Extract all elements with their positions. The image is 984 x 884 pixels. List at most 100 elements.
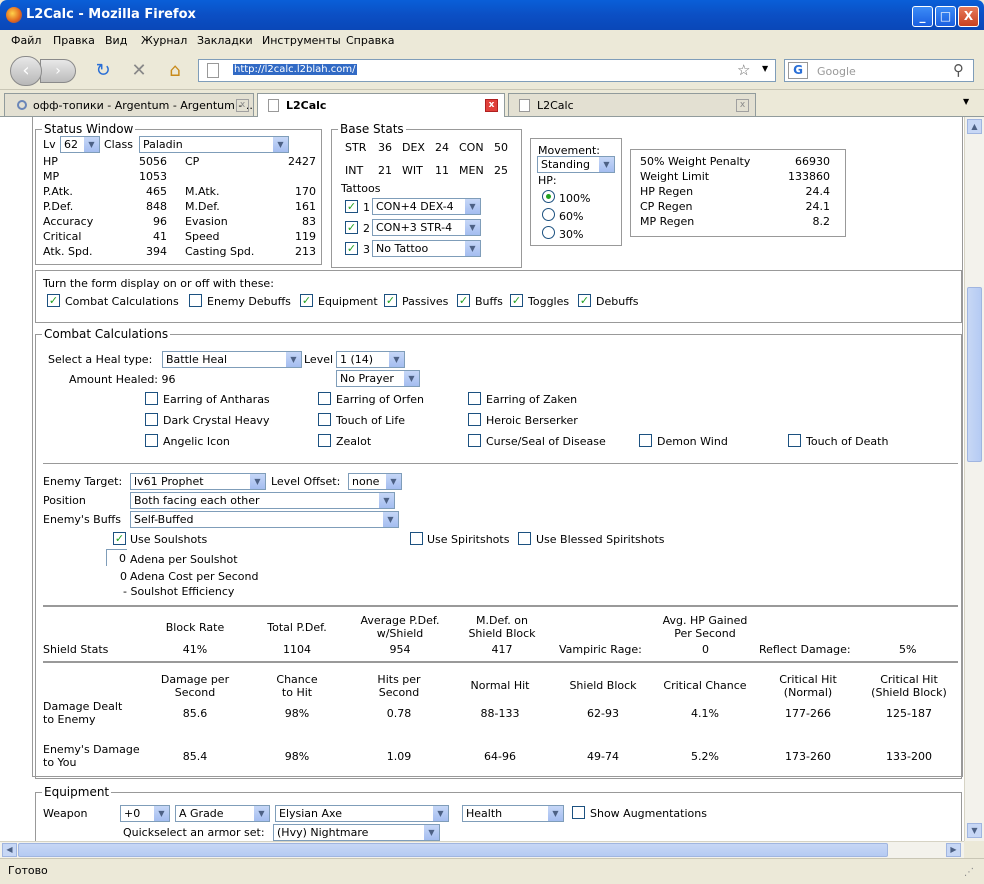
heal-type-label: Select a Heal type:	[48, 353, 153, 366]
toggle-checkbox[interactable]: ✓	[457, 294, 470, 307]
tab-l2calc-active[interactable]: L2Calc x	[257, 93, 505, 118]
stat-value: 465	[146, 185, 167, 198]
damage-value: 98%	[284, 707, 310, 720]
bookmark-star-icon[interactable]: ☆	[737, 61, 750, 79]
combat-item-checkbox[interactable]	[468, 392, 481, 405]
menu-edit[interactable]: Правка	[53, 34, 95, 47]
armor-set-select[interactable]: (Hvy) Nightmare	[273, 824, 440, 841]
forward-button[interactable]: ›	[40, 59, 76, 83]
enemy-buffs-select[interactable]: Self-Buffed	[130, 511, 399, 528]
tab-argentum[interactable]: офф-топики - Argentum - Argentum - ... x	[4, 93, 254, 116]
scroll-thumb[interactable]	[967, 287, 982, 462]
toggle-checkbox[interactable]	[189, 294, 202, 307]
toggle-checkbox[interactable]: ✓	[300, 294, 313, 307]
tattoo-select[interactable]: CON+4 DEX-4	[372, 198, 481, 215]
maximize-button[interactable]: □	[935, 6, 956, 27]
google-icon[interactable]: G	[788, 62, 808, 79]
hp-100-radio[interactable]	[542, 190, 555, 203]
scroll-right-icon[interactable]: ▶	[946, 843, 961, 857]
toggle-checkbox[interactable]: ✓	[384, 294, 397, 307]
shield-value: 1104	[283, 643, 311, 656]
adena-cost-label: Adena Cost per Second	[130, 570, 259, 583]
blessed-spiritshots-checkbox[interactable]	[518, 532, 531, 545]
tattoo-checkbox[interactable]: ✓	[345, 242, 358, 255]
soulshots-checkbox[interactable]: ✓	[113, 532, 126, 545]
url-dropdown-icon[interactable]: ▼	[762, 64, 768, 73]
combat-item-checkbox[interactable]	[639, 434, 652, 447]
close-button[interactable]: X	[958, 6, 979, 27]
combat-item-label: Curse/Seal of Disease	[486, 435, 606, 448]
toggle-checkbox[interactable]: ✓	[578, 294, 591, 307]
adena-cost-value: 0	[120, 570, 127, 583]
search-bar[interactable]: G Google ⚲	[784, 59, 974, 82]
prayer-select[interactable]: No Prayer	[336, 370, 420, 387]
grade-select[interactable]: A Grade	[175, 805, 270, 822]
tab-close-icon[interactable]: x	[236, 99, 249, 112]
position-select[interactable]: Both facing each other	[130, 492, 395, 509]
tab-close-icon[interactable]: x	[485, 99, 498, 112]
menu-tools[interactable]: Инструменты	[262, 34, 341, 47]
back-button[interactable]: ‹	[10, 56, 42, 86]
vertical-scrollbar[interactable]: ▲ ▼	[964, 117, 984, 841]
combat-item-checkbox[interactable]	[318, 413, 331, 426]
stat-value: 5056	[139, 155, 167, 168]
enemy-target-select[interactable]: lv61 Prophet	[130, 473, 266, 490]
tab-list-icon[interactable]: ▼	[963, 97, 969, 106]
augment-select[interactable]: Health	[462, 805, 564, 822]
url-text[interactable]: http://l2calc.l2blah.com/	[233, 64, 357, 75]
heal-level-select[interactable]: 1 (14)	[336, 351, 405, 368]
combat-item-checkbox[interactable]	[145, 413, 158, 426]
spiritshots-checkbox[interactable]	[410, 532, 423, 545]
menu-bookmarks[interactable]: Закладки	[197, 34, 253, 47]
class-select[interactable]: Paladin	[139, 136, 289, 153]
menu-history[interactable]: Журнал	[141, 34, 187, 47]
scroll-left-icon[interactable]: ◀	[2, 843, 17, 857]
tattoo-select[interactable]: No Tattoo	[372, 240, 481, 257]
home-icon[interactable]: ⌂	[164, 60, 186, 82]
level-select[interactable]: 62	[60, 136, 100, 153]
resize-grip-icon[interactable]: ⋰	[964, 867, 974, 878]
url-bar[interactable]: http://l2calc.l2blah.com/ ☆ ▼	[198, 59, 776, 82]
menu-help[interactable]: Справка	[346, 34, 394, 47]
search-icon[interactable]: ⚲	[953, 61, 964, 79]
combat-item-checkbox[interactable]	[318, 392, 331, 405]
tattoo-checkbox[interactable]: ✓	[345, 200, 358, 213]
spiritshots-label: Use Spiritshots	[427, 533, 510, 546]
show-augmentations-checkbox[interactable]	[572, 806, 585, 819]
stat-label: HP	[43, 155, 58, 168]
level-offset-select[interactable]: none	[348, 473, 402, 490]
status-text: Готово	[8, 864, 48, 877]
hscroll-thumb[interactable]	[18, 843, 888, 857]
enchant-select[interactable]: +0	[120, 805, 170, 822]
hp-60-radio[interactable]	[542, 208, 555, 221]
tattoo-select[interactable]: CON+3 STR-4	[372, 219, 481, 236]
shield-header: Avg. HP Gained Per Second	[662, 614, 748, 640]
combat-item-checkbox[interactable]	[318, 434, 331, 447]
minimize-button[interactable]: _	[912, 6, 933, 27]
weapon-select[interactable]: Elysian Axe	[275, 805, 449, 822]
menu-view[interactable]: Вид	[105, 34, 127, 47]
horizontal-scrollbar[interactable]: ◀ ▶	[0, 841, 964, 858]
scroll-down-icon[interactable]: ▼	[967, 823, 982, 838]
tab-l2calc[interactable]: L2Calc x	[508, 93, 756, 116]
toggle-checkbox[interactable]: ✓	[510, 294, 523, 307]
heal-type-select[interactable]: Battle Heal	[162, 351, 302, 368]
equipment-legend: Equipment	[44, 785, 110, 799]
adena-per-soulshot-input[interactable]: 0	[106, 549, 127, 566]
combat-item-checkbox[interactable]	[145, 392, 158, 405]
menu-file[interactable]: Файл	[11, 34, 41, 47]
damage-header: Damage per Second	[160, 673, 230, 699]
combat-item-checkbox[interactable]	[788, 434, 801, 447]
stop-icon[interactable]: ✕	[128, 60, 150, 82]
movement-select[interactable]: Standing	[537, 156, 615, 173]
tab-close-icon[interactable]: x	[736, 99, 749, 112]
reload-icon[interactable]: ↻	[92, 60, 114, 82]
combat-item-checkbox[interactable]	[145, 434, 158, 447]
toggle-checkbox[interactable]: ✓	[47, 294, 60, 307]
tattoo-checkbox[interactable]: ✓	[345, 221, 358, 234]
combat-item-checkbox[interactable]	[468, 413, 481, 426]
combat-item-checkbox[interactable]	[468, 434, 481, 447]
scroll-up-icon[interactable]: ▲	[967, 119, 982, 134]
level-label: Lv	[43, 138, 56, 151]
hp-30-radio[interactable]	[542, 226, 555, 239]
